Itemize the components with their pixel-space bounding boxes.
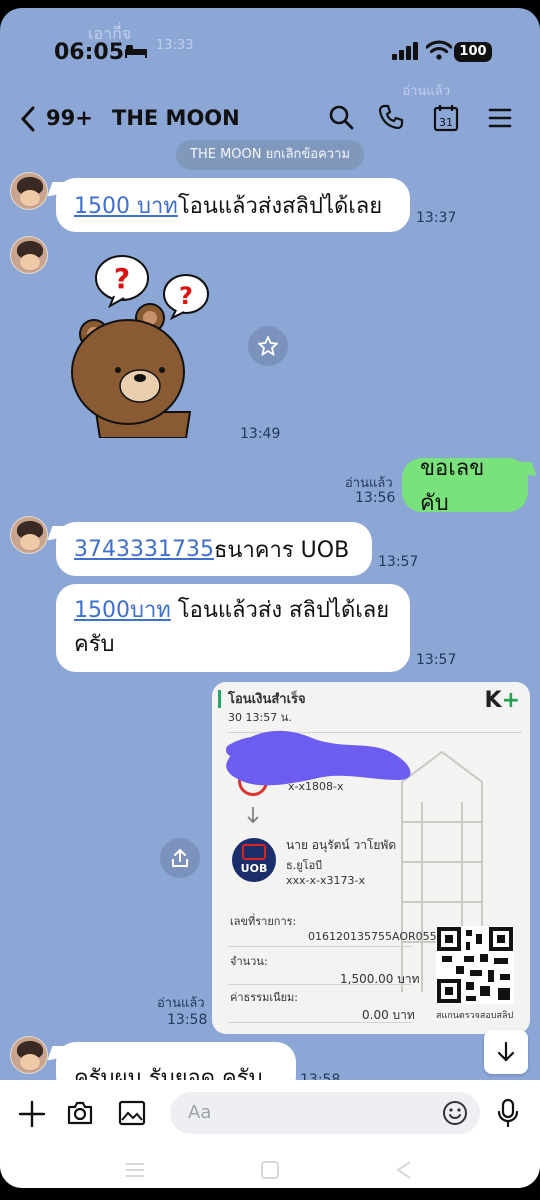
- message-text: ธนาคาร UOB: [213, 537, 350, 563]
- redaction-scribble: [226, 730, 411, 786]
- message-time: 13:49: [240, 426, 281, 442]
- qr-caption: สแกนตรวจสอบสลิป: [436, 1011, 514, 1021]
- svg-text:31: 31: [439, 116, 453, 129]
- android-nav-bar: [0, 1150, 540, 1188]
- sleep-icon: [125, 45, 147, 58]
- recipient-name: นาย อนุรัตน์ วาโยพัด: [286, 838, 397, 852]
- arrow-down-icon: [497, 1041, 515, 1062]
- svg-text:?: ?: [114, 262, 130, 295]
- search-icon[interactable]: [328, 104, 354, 130]
- message-time: 13:57: [378, 554, 419, 570]
- arrow-down-icon: [247, 807, 259, 824]
- ghost-time: 13:33: [156, 38, 194, 53]
- message-bubble[interactable]: 1500บาท โอนแล้วส่ง สลิปได้เลย ครับ: [56, 584, 410, 672]
- recipient-bank: ธ.ยูโอบี: [286, 859, 323, 872]
- fee-label: ค่าธรรมเนียม:: [230, 991, 298, 1004]
- bear-sticker-image[interactable]: ? ?: [66, 252, 226, 438]
- message-text: โอนแล้วส่ง สลิปได้เลย: [170, 598, 390, 623]
- chat-header: 99+ THE MOON 31: [0, 94, 540, 144]
- sent-message-bubble[interactable]: ขอเลขคับ: [402, 456, 528, 516]
- amount-link[interactable]: 1500บาท: [74, 598, 171, 623]
- chat-screen: เอากี่จ 13:33 06:05 อ่านแล้ว 100 99+ THE…: [0, 8, 540, 1188]
- cellular-signal-icon: [392, 42, 418, 60]
- favorite-star-button[interactable]: [248, 326, 288, 366]
- uob-bank-logo: UOB: [232, 838, 276, 882]
- message-text-continued: ครับ: [74, 632, 115, 657]
- slip-title: โอนเงินสำเร็จ: [228, 692, 306, 707]
- message-input-bar: Aa: [0, 1080, 540, 1150]
- avatar[interactable]: [10, 516, 48, 554]
- plus-icon[interactable]: [18, 1100, 46, 1128]
- chat-title[interactable]: THE MOON: [112, 106, 240, 130]
- calendar-icon[interactable]: 31: [433, 104, 459, 132]
- input-placeholder: Aa: [188, 1102, 212, 1123]
- message-time: 13:37: [416, 210, 457, 226]
- account-number-link[interactable]: 3743331735: [74, 537, 214, 562]
- emoji-icon[interactable]: [442, 1100, 468, 1126]
- message-bubble[interactable]: 3743331735 ธนาคาร UOB: [56, 522, 372, 576]
- avatar[interactable]: [10, 172, 48, 210]
- share-button[interactable]: [160, 838, 200, 878]
- amount-label: จำนวน:: [230, 955, 268, 968]
- scroll-to-bottom-button[interactable]: [484, 1030, 528, 1074]
- recipient-account: xxx-x-x3173-x: [286, 874, 365, 887]
- share-icon: [172, 848, 188, 867]
- microphone-icon[interactable]: [496, 1098, 520, 1128]
- reference-number: 016120135755AOR05559: [308, 930, 451, 943]
- nav-back-icon[interactable]: [394, 1160, 414, 1180]
- menu-icon[interactable]: [488, 108, 512, 128]
- clock: 06:05: [54, 40, 125, 65]
- message-time: 13:58: [167, 1012, 208, 1028]
- phone-icon[interactable]: [378, 104, 404, 130]
- back-arrow-icon[interactable]: [20, 106, 36, 132]
- recent-apps-icon[interactable]: [124, 1162, 146, 1178]
- kplus-logo: K+: [484, 688, 521, 713]
- system-notice: THE MOON ยกเลิกข้อความ: [176, 140, 364, 170]
- amount-value: 1,500.00 บาท: [340, 972, 420, 986]
- title-accent: [218, 690, 221, 708]
- avatar[interactable]: [10, 236, 48, 274]
- message-input[interactable]: Aa: [170, 1092, 480, 1134]
- camera-icon[interactable]: [66, 1100, 94, 1126]
- home-icon[interactable]: [260, 1160, 280, 1180]
- message-bubble[interactable]: 1500 บาท โอนแล้วส่งสลิปได้เลย: [56, 178, 410, 232]
- status-bar: เอากี่จ 13:33 06:05 อ่านแล้ว 100: [0, 8, 540, 99]
- battery-indicator: 100: [454, 42, 492, 62]
- qr-code-image: [436, 926, 514, 1004]
- read-receipt: อ่านแล้ว: [157, 996, 205, 1011]
- message-text: โอนแล้วส่งสลิปได้เลย: [177, 193, 383, 219]
- image-icon[interactable]: [118, 1100, 146, 1126]
- reference-label: เลขที่รายการ:: [230, 915, 297, 928]
- message-time: 13:57: [416, 652, 457, 668]
- wifi-icon: [426, 40, 452, 60]
- message-time: 13:56: [355, 490, 396, 506]
- star-icon: [258, 336, 278, 356]
- svg-text:?: ?: [179, 282, 193, 310]
- unread-count[interactable]: 99+: [46, 106, 93, 130]
- amount-link[interactable]: 1500 บาท: [74, 188, 178, 223]
- avatar[interactable]: [10, 1036, 48, 1074]
